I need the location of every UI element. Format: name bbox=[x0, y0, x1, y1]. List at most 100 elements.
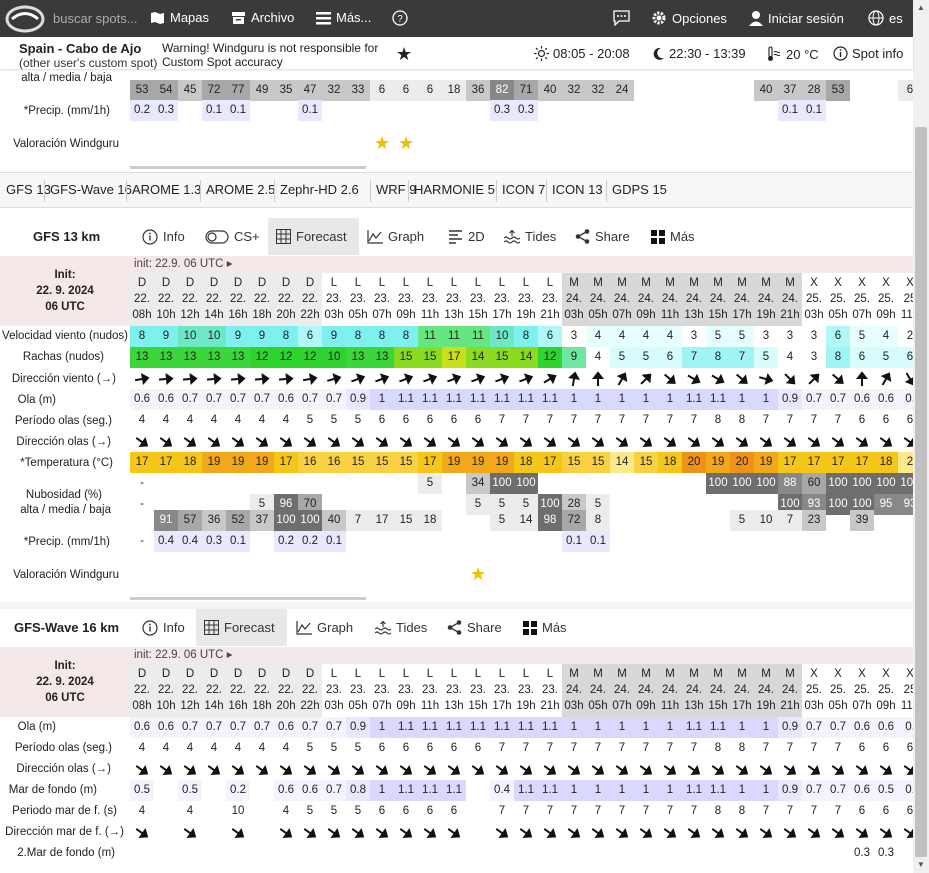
precip-cell: 0.3 bbox=[514, 100, 538, 121]
maps-menu[interactable]: Mapas bbox=[150, 10, 209, 25]
precip-cell bbox=[178, 100, 202, 121]
gfs-tab-tides-label: Tides bbox=[525, 229, 557, 244]
precip-cell bbox=[610, 100, 634, 121]
gfs-tab-csplus[interactable]: CS+ bbox=[197, 218, 268, 255]
spot-info-button[interactable]: Spot info bbox=[833, 46, 903, 61]
temperature-cell: 16 bbox=[322, 452, 346, 473]
wave-direction-icon bbox=[207, 437, 221, 447]
horizontal-scroll-indicator[interactable] bbox=[130, 166, 366, 169]
wave-period-cell: 7 bbox=[522, 742, 530, 754]
gfs-tab-forecast[interactable]: Forecast bbox=[268, 218, 359, 255]
gfs-tab-graph[interactable]: Graph bbox=[359, 218, 432, 255]
wave-direction-icon bbox=[423, 437, 437, 447]
horizontal-scroll-indicator[interactable] bbox=[130, 597, 366, 600]
swell-period-cell: 6 bbox=[378, 805, 386, 817]
swell-period-cell: 7 bbox=[690, 805, 698, 817]
wave-direction-cell bbox=[610, 759, 634, 780]
wind-direction-cell bbox=[226, 368, 250, 389]
wave-tab-more[interactable]: Más bbox=[515, 609, 575, 646]
cloud-high-cell: 100 bbox=[874, 473, 898, 494]
swell-period-cell: 8 bbox=[714, 805, 722, 817]
cloud-low-cell: 91 bbox=[154, 510, 178, 531]
time-column: L 23. 15h bbox=[466, 664, 490, 718]
time-hour: 03h bbox=[564, 700, 584, 712]
windguru-logo-icon[interactable] bbox=[4, 4, 46, 34]
cloud-low-cell: 10 bbox=[754, 510, 778, 531]
time-day: M bbox=[689, 668, 699, 680]
time-column: X 25. 09h bbox=[874, 664, 898, 718]
model-tab[interactable]: ICON 7 bbox=[502, 182, 545, 197]
scroll-down-icon[interactable]: ▼ bbox=[917, 860, 925, 869]
swell-direction-cell bbox=[586, 822, 610, 843]
wave-direction-cell bbox=[202, 431, 226, 452]
model-tab[interactable]: AROME 2.5 bbox=[206, 182, 275, 197]
wind-direction-icon bbox=[758, 373, 774, 385]
top-navbar: buscar spots... Mapas Archivo Más... ? O… bbox=[0, 0, 913, 37]
options-menu[interactable]: Opciones bbox=[651, 10, 727, 26]
model-tab[interactable]: AROME 1.3 bbox=[132, 182, 201, 197]
wave-height-cell: 1 bbox=[754, 389, 778, 410]
time-column: D 22. 10h bbox=[154, 273, 178, 327]
scrollbar-thumb[interactable] bbox=[915, 127, 927, 857]
swell-direction-cell bbox=[226, 822, 250, 843]
search-input[interactable]: buscar spots... bbox=[53, 11, 138, 26]
swell2-height-cell bbox=[802, 843, 826, 864]
wind-speed-cell: 3 bbox=[778, 326, 802, 347]
login-button[interactable]: Iniciar sesión bbox=[749, 10, 844, 26]
chat-button[interactable] bbox=[613, 10, 635, 26]
vertical-scrollbar[interactable]: ▲ ▼ bbox=[913, 0, 929, 873]
more-menu[interactable]: Más... bbox=[316, 10, 371, 25]
time-hour: 09h bbox=[636, 309, 656, 321]
wave-direction-cell bbox=[370, 759, 394, 780]
model-tab[interactable]: GDPS 15 bbox=[612, 182, 667, 197]
wind-direction-cell bbox=[754, 368, 778, 389]
gfs-tab-tides[interactable]: Tides bbox=[496, 218, 564, 255]
gfs-tab-info[interactable]: Info bbox=[134, 218, 193, 255]
time-date: 23. bbox=[422, 684, 438, 696]
wave-height-cell: 0.9 bbox=[346, 389, 370, 410]
favorite-star-icon[interactable]: ★ bbox=[396, 44, 412, 65]
precip-cell bbox=[634, 100, 658, 121]
time-column: M 24. 21h bbox=[778, 664, 802, 718]
cloud-low-cell: 17 bbox=[370, 510, 394, 531]
model-tab[interactable]: GFS-Wave 16 bbox=[50, 182, 132, 197]
swell-period-cell: 7 bbox=[570, 805, 578, 817]
swell-direction-cell bbox=[514, 822, 538, 843]
model-tab[interactable]: WRF 9 bbox=[376, 182, 416, 197]
wave-tab-share[interactable]: Share bbox=[439, 609, 510, 646]
model-tab[interactable]: HARMONIE 5 bbox=[414, 182, 495, 197]
language-selector[interactable]: es bbox=[868, 10, 903, 26]
time-day: M bbox=[761, 277, 771, 289]
cloud-high-cell: - bbox=[140, 477, 144, 489]
init-arrow-icon[interactable]: ▸ bbox=[227, 258, 233, 270]
scroll-up-icon[interactable]: ▲ bbox=[917, 3, 925, 12]
help-button[interactable]: ? bbox=[392, 10, 413, 26]
wind-speed-cell: 10 bbox=[490, 326, 514, 347]
time-day: M bbox=[737, 668, 747, 680]
time-date: 25. bbox=[806, 684, 822, 696]
precip-cell bbox=[418, 531, 442, 552]
precip-cell bbox=[250, 531, 274, 552]
wave-tab-info[interactable]: Info bbox=[134, 609, 193, 646]
cloud-low-cell bbox=[130, 510, 154, 531]
time-day: L bbox=[450, 277, 458, 289]
model-tab[interactable]: Zephr-HD 2.6 bbox=[280, 182, 359, 197]
time-day: M bbox=[665, 668, 675, 680]
wind-direction-icon bbox=[351, 373, 366, 385]
cloud-low-cell: 5 bbox=[490, 510, 514, 531]
wave-period-cell: 6 bbox=[402, 742, 410, 754]
wind-speed-cell: 3 bbox=[754, 326, 778, 347]
gfs-tab-share[interactable]: Share bbox=[567, 218, 638, 255]
time-column: M 24. 15h bbox=[706, 273, 730, 327]
time-day: D bbox=[305, 277, 315, 289]
model-tab[interactable]: ICON 13 bbox=[552, 182, 603, 197]
gfs-tab-2d[interactable]: 2D bbox=[440, 218, 493, 255]
archive-menu[interactable]: Archivo bbox=[231, 10, 294, 25]
swell-direction-icon bbox=[375, 828, 389, 838]
init-arrow-icon[interactable]: ▸ bbox=[227, 649, 233, 661]
wave-tab-forecast[interactable]: Forecast bbox=[196, 609, 287, 646]
gfs-tab-more[interactable]: Más bbox=[643, 218, 703, 255]
wave-tab-graph[interactable]: Graph bbox=[288, 609, 361, 646]
wave-tab-tides[interactable]: Tides bbox=[367, 609, 435, 646]
time-date: 22. bbox=[134, 293, 150, 305]
